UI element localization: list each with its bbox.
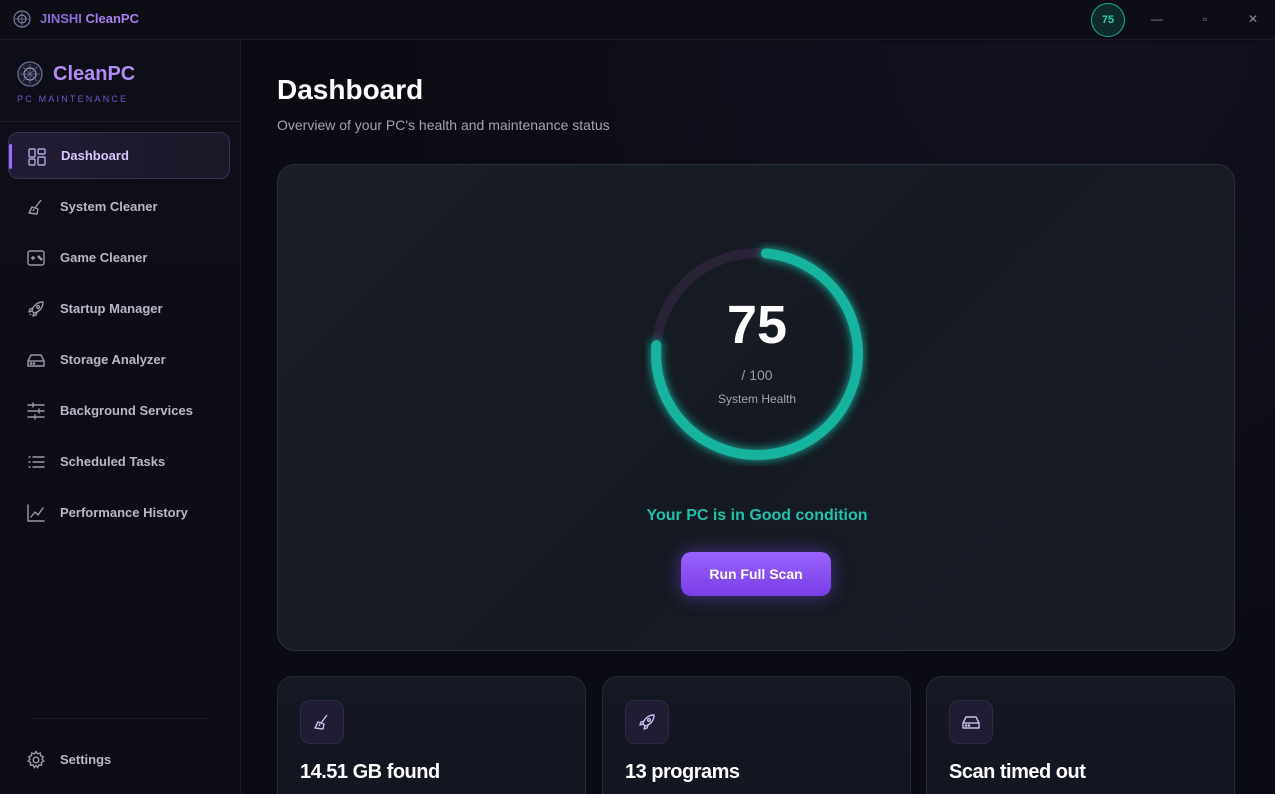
run-full-scan-button[interactable]: Run Full Scan <box>681 552 831 596</box>
health-card: 75 / 100 System Health Your PC is in Goo… <box>277 164 1235 651</box>
sidebar-item-scheduled-tasks[interactable]: Scheduled Tasks <box>8 438 230 485</box>
hard-drive-icon <box>949 700 993 744</box>
sidebar-item-settings[interactable]: Settings <box>8 736 230 783</box>
page-title: Dashboard <box>277 74 424 105</box>
stat-value: 13 programs <box>625 761 740 783</box>
health-score-badge[interactable]: 75 <box>1091 3 1125 37</box>
brand-subtitle: PC MAINTENANCE <box>17 94 129 104</box>
app-title-part1: JINSHI <box>40 11 82 26</box>
rocket-icon <box>26 299 46 319</box>
minimize-button[interactable]: — <box>1145 8 1169 30</box>
title-bar: JINSHI CleanPC 75 — ▫ ✕ <box>0 0 1275 40</box>
health-score-max: / 100 <box>741 367 773 383</box>
close-button[interactable]: ✕ <box>1241 8 1265 30</box>
divider <box>30 718 210 719</box>
sidebar-item-label: System Cleaner <box>60 199 158 214</box>
condition-text: Your PC is in Good condition <box>646 507 868 524</box>
sliders-icon <box>26 401 46 421</box>
brand-name: CleanPC <box>53 63 136 85</box>
gamepad-icon <box>26 248 46 268</box>
broom-icon <box>26 197 46 217</box>
sidebar-item-label: Background Services <box>60 403 193 418</box>
sidebar-nav: Dashboard System Cleaner Game Cleaner St… <box>8 132 230 540</box>
sidebar-item-label: Scheduled Tasks <box>60 454 166 469</box>
broom-icon <box>300 700 344 744</box>
sidebar: CleanPC PC MAINTENANCE Dashboard System … <box>0 41 241 794</box>
sidebar-item-storage-analyzer[interactable]: Storage Analyzer <box>8 336 230 383</box>
health-gauge: 75 / 100 System Health <box>645 242 869 466</box>
sidebar-item-background-services[interactable]: Background Services <box>8 387 230 434</box>
page-subtitle: Overview of your PC's health and mainten… <box>277 117 610 133</box>
stat-value: 14.51 GB found <box>300 761 440 783</box>
sidebar-item-startup-manager[interactable]: Startup Manager <box>8 285 230 332</box>
stat-card-junk[interactable]: 14.51 GB found <box>277 676 586 794</box>
sidebar-item-dashboard[interactable]: Dashboard <box>8 132 230 179</box>
rocket-icon <box>625 700 669 744</box>
hard-drive-icon <box>26 350 46 370</box>
list-icon <box>26 452 46 472</box>
main-content: Dashboard Overview of your PC's health a… <box>241 41 1275 794</box>
sidebar-item-label: Storage Analyzer <box>60 352 166 367</box>
chart-line-icon <box>26 503 46 523</box>
stat-value: Scan timed out <box>949 761 1086 783</box>
sidebar-item-game-cleaner[interactable]: Game Cleaner <box>8 234 230 281</box>
app-title-part2: CleanPC <box>85 11 139 26</box>
maximize-button[interactable]: ▫ <box>1193 8 1217 30</box>
health-score: 75 <box>726 295 788 355</box>
dashboard-icon <box>27 147 47 167</box>
sidebar-item-performance-history[interactable]: Performance History <box>8 489 230 536</box>
sidebar-item-label: Dashboard <box>61 148 129 163</box>
divider <box>0 121 240 122</box>
sidebar-item-system-cleaner[interactable]: System Cleaner <box>8 183 230 230</box>
stat-card-startup[interactable]: 13 programs <box>602 676 911 794</box>
sidebar-item-label: Performance History <box>60 505 188 520</box>
sidebar-item-label: Startup Manager <box>60 301 163 316</box>
app-title: JINSHI CleanPC <box>40 11 139 26</box>
sidebar-item-label: Game Cleaner <box>60 250 148 265</box>
brand-logo-icon <box>17 61 43 87</box>
gear-icon <box>26 750 46 770</box>
stat-card-storage[interactable]: Scan timed out <box>926 676 1235 794</box>
settings-label: Settings <box>60 752 112 767</box>
health-label: System Health <box>717 392 797 406</box>
app-logo-icon <box>13 10 31 28</box>
